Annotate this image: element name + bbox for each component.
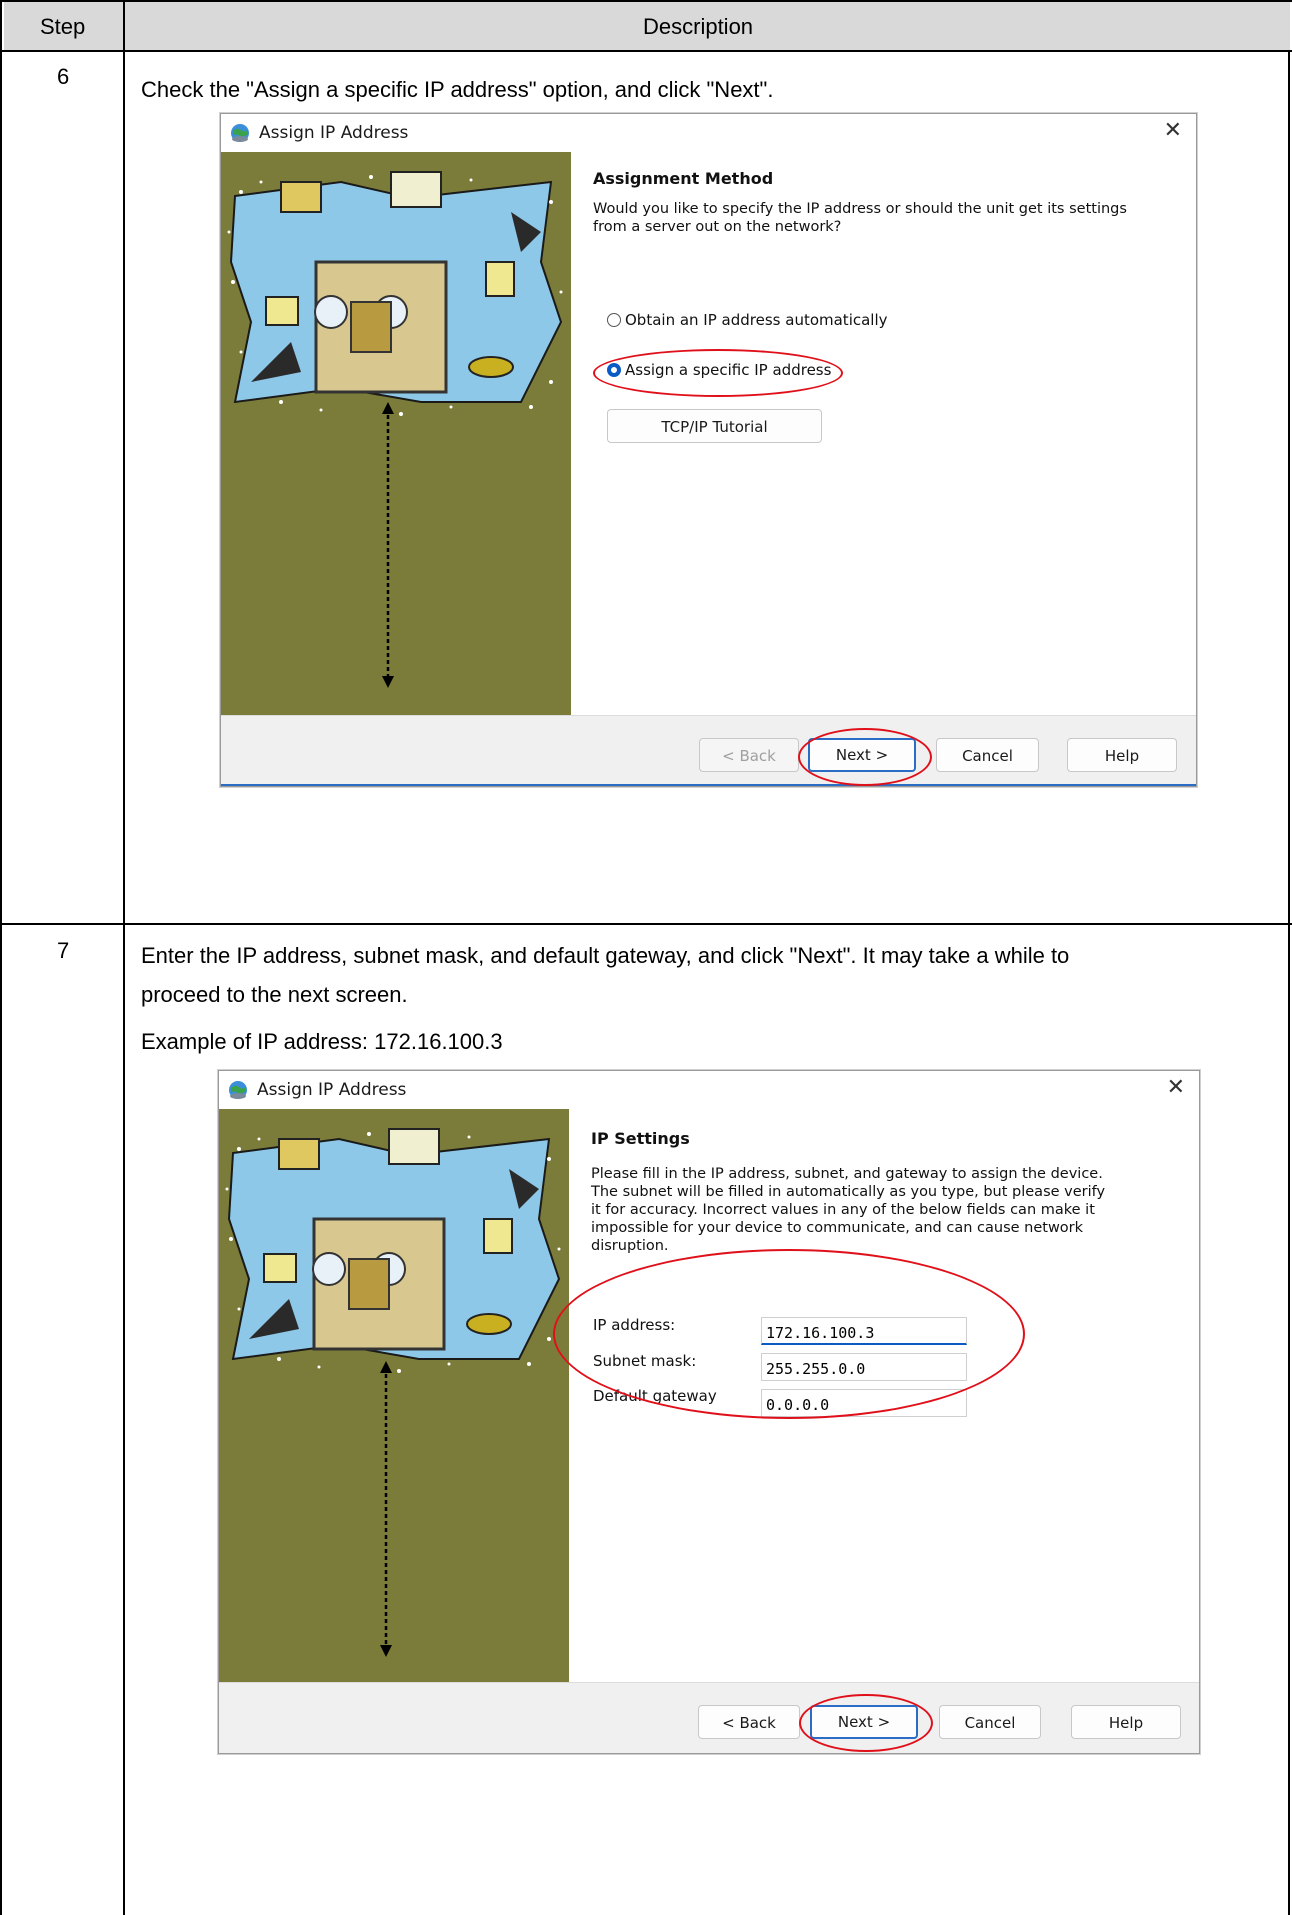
subnet-mask-label: Subnet mask: (593, 1352, 697, 1370)
row-divider (2, 923, 1292, 925)
header-divider (2, 50, 1292, 52)
radio-assign-specific[interactable]: Assign a specific IP address (607, 361, 831, 379)
back-button[interactable]: < Back (698, 1705, 800, 1739)
header-description: Description (643, 14, 754, 39)
assign-ip-dialog: Assign IP Address ✕ (218, 1070, 1200, 1754)
step-description-line1: Enter the IP address, subnet mask, and d… (141, 943, 1070, 968)
wizard-illustration (219, 1109, 569, 1683)
panel-instructions: Would you like to specify the IP address… (593, 201, 1127, 235)
tcpip-tutorial-button[interactable]: TCP/IP Tutorial (607, 409, 822, 443)
panel-text-line: disruption. (591, 1238, 669, 1254)
network-art-image (221, 152, 571, 716)
dialog-accent-border (221, 784, 1196, 786)
app-globe-icon (231, 124, 249, 142)
next-button[interactable]: Next > (810, 1705, 918, 1739)
step-number: 7 (57, 938, 70, 963)
cancel-button[interactable]: Cancel (936, 738, 1039, 772)
step-number: 6 (57, 64, 70, 89)
instruction-table: Step Description 6 Check the "Assign a s… (0, 0, 1292, 1915)
default-gateway-label: Default gateway (593, 1387, 717, 1405)
step-description: Check the "Assign a specific IP address"… (141, 77, 774, 102)
step-description-line2: proceed to the next screen. (141, 982, 408, 1007)
help-button[interactable]: Help (1067, 738, 1177, 772)
assign-ip-dialog: Assign IP Address ✕ (220, 113, 1197, 787)
default-gateway-field[interactable]: 0.0.0.0 (761, 1389, 967, 1417)
panel-text-line: it for accuracy. Incorrect values in any… (591, 1202, 1095, 1218)
app-globe-icon (229, 1081, 247, 1099)
radio-checked-icon (607, 363, 621, 377)
ip-address-label: IP address: (593, 1316, 676, 1334)
header-step: Step (40, 14, 86, 39)
ip-address-field[interactable]: 172.16.100.3 (761, 1317, 967, 1345)
radio-auto-label: Obtain an IP address automatically (625, 311, 888, 329)
radio-unchecked-icon (607, 313, 621, 327)
next-button[interactable]: Next > (808, 738, 916, 772)
panel-title: Assignment Method (593, 169, 774, 188)
close-icon[interactable]: ✕ (1167, 1075, 1185, 1100)
dialog-titlebar: Assign IP Address ✕ (221, 114, 1196, 152)
radio-obtain-auto[interactable]: Obtain an IP address automatically (607, 311, 888, 329)
help-button[interactable]: Help (1071, 1705, 1181, 1739)
radio-specific-label: Assign a specific IP address (625, 361, 832, 379)
subnet-mask-field[interactable]: 255.255.0.0 (761, 1353, 967, 1381)
ip-example: Example of IP address: 172.16.100.3 (141, 1029, 503, 1054)
dialog-title: Assign IP Address (257, 1080, 407, 1100)
close-icon[interactable]: ✕ (1164, 118, 1182, 143)
column-divider (123, 0, 125, 1915)
dialog-titlebar: Assign IP Address ✕ (219, 1071, 1199, 1109)
panel-title: IP Settings (591, 1129, 690, 1148)
back-button[interactable]: < Back (699, 738, 799, 772)
panel-text-line: The subnet will be filled in automatical… (591, 1184, 1106, 1200)
panel-text-line: impossible for your device to communicat… (591, 1220, 1084, 1236)
panel-instructions: Please fill in the IP address, subnet, a… (591, 1165, 1181, 1255)
network-art-image (219, 1109, 569, 1683)
dialog-title: Assign IP Address (259, 123, 409, 143)
panel-text-line: Please fill in the IP address, subnet, a… (591, 1166, 1103, 1182)
wizard-illustration (221, 152, 571, 716)
cancel-button[interactable]: Cancel (939, 1705, 1041, 1739)
table-border-top (2, 0, 1292, 2)
